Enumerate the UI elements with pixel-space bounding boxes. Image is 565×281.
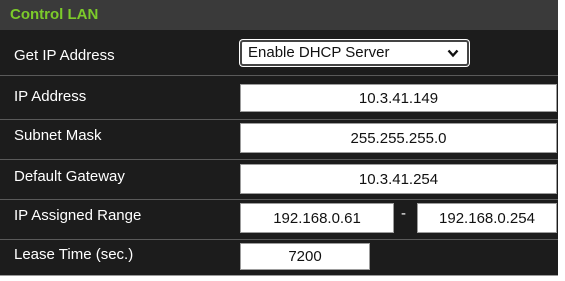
range-separator: - — [401, 205, 406, 222]
ip-range-end-input[interactable] — [417, 203, 557, 233]
default-gateway-input[interactable] — [240, 164, 557, 194]
subnet-mask-label: Subnet Mask — [14, 127, 102, 144]
row-divider — [0, 199, 558, 200]
get-ip-label: Get IP Address — [14, 47, 115, 64]
get-ip-select[interactable]: Enable DHCP Server — [240, 40, 469, 66]
row-divider — [0, 75, 558, 76]
ip-address-input[interactable] — [240, 84, 557, 112]
ip-range-label: IP Assigned Range — [14, 207, 142, 224]
row-divider — [0, 239, 558, 240]
get-ip-select-value: Enable DHCP Server — [248, 44, 390, 61]
section-header: Control LAN — [0, 0, 558, 30]
control-lan-panel: Control LAN Get IP Address Enable DHCP S… — [0, 0, 558, 276]
ip-address-label: IP Address — [14, 88, 87, 105]
section-title: Control LAN — [10, 6, 99, 23]
lease-time-label: Lease Time (sec.) — [14, 246, 134, 263]
subnet-mask-input[interactable] — [240, 123, 557, 153]
default-gateway-label: Default Gateway — [14, 168, 125, 185]
row-divider — [0, 119, 558, 120]
row-divider — [0, 159, 558, 160]
ip-range-start-input[interactable] — [240, 203, 394, 233]
lease-time-input[interactable] — [240, 243, 370, 270]
chevron-down-icon — [447, 49, 459, 58]
